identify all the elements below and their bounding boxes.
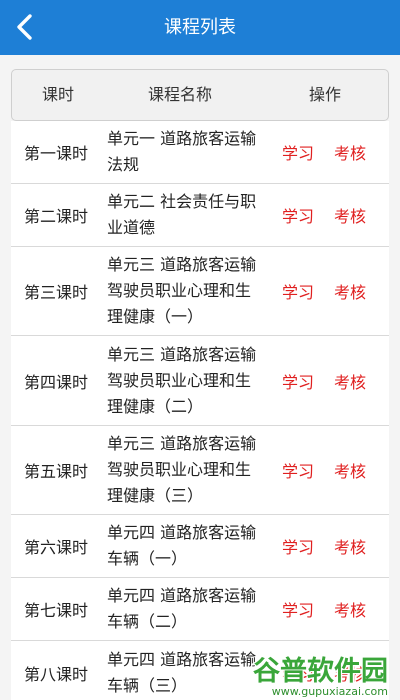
row-period: 第七课时 (24, 601, 89, 620)
study-button[interactable]: 学习 (282, 641, 314, 700)
row-period: 第二课时 (24, 207, 89, 226)
row-course-name: 单元四 道路旅客运输车辆（二） (107, 586, 257, 631)
table-row: 第三课时 单元三 道路旅客运输驾驶员职业心理和生理健康（一） 学习 考核 (11, 247, 389, 336)
row-period: 第四课时 (24, 372, 89, 392)
course-list-screen: 课程列表 课时 课程名称 操作 第一课时 单元一 道路旅客运输法规 学习 考核 … (0, 0, 400, 700)
exam-button[interactable]: 考核 (334, 641, 366, 700)
table-row: 第四课时 单元三 道路旅客运输驾驶员职业心理和生理健康（二） 学习 考核 (11, 336, 389, 426)
table-row: 第八课时 单元四 道路旅客运输车辆（三） 学习 考核 (11, 641, 389, 700)
row-course-name: 单元四 道路旅客运输车辆（三） (107, 649, 257, 695)
page-title: 课程列表 (164, 17, 236, 38)
table-row: 第七课时 单元四 道路旅客运输车辆（二） 学习 考核 (11, 578, 389, 641)
row-course-name: 单元三 道路旅客运输驾驶员职业心理和生理健康（二） (107, 344, 257, 416)
exam-button[interactable]: 考核 (334, 426, 366, 514)
study-button[interactable]: 学习 (282, 515, 314, 577)
exam-button[interactable]: 考核 (334, 247, 366, 335)
row-period: 第八课时 (24, 664, 89, 684)
study-button[interactable]: 学习 (282, 121, 314, 183)
row-course-name: 单元四 道路旅客运输车辆（一） (107, 523, 257, 568)
exam-button[interactable]: 考核 (334, 578, 366, 640)
row-course-name: 单元二 社会责任与职业道德 (107, 192, 257, 237)
row-period: 第三课时 (24, 283, 89, 302)
study-button[interactable]: 学习 (282, 336, 314, 425)
study-button[interactable]: 学习 (282, 578, 314, 640)
row-period: 第六课时 (24, 538, 89, 557)
study-button[interactable]: 学习 (282, 247, 314, 335)
row-course-name: 单元一 道路旅客运输法规 (107, 129, 257, 174)
table-row: 第五课时 单元三 道路旅客运输驾驶员职业心理和生理健康（三） 学习 考核 (11, 426, 389, 515)
exam-button[interactable]: 考核 (334, 515, 366, 577)
table-row: 第二课时 单元二 社会责任与职业道德 学习 考核 (11, 184, 389, 247)
top-app-bar: 课程列表 (0, 0, 400, 55)
row-course-name: 单元三 道路旅客运输驾驶员职业心理和生理健康（三） (107, 434, 257, 505)
study-button[interactable]: 学习 (282, 184, 314, 246)
table-row: 第六课时 单元四 道路旅客运输车辆（一） 学习 考核 (11, 515, 389, 578)
row-course-name: 单元三 道路旅客运输驾驶员职业心理和生理健康（一） (107, 255, 257, 326)
study-button[interactable]: 学习 (282, 426, 314, 514)
row-period: 第一课时 (24, 144, 89, 163)
exam-button[interactable]: 考核 (334, 184, 366, 246)
exam-button[interactable]: 考核 (334, 336, 366, 425)
table-row: 第一课时 单元一 道路旅客运输法规 学习 考核 (11, 121, 389, 184)
exam-button[interactable]: 考核 (334, 121, 366, 183)
table-header: 课时 课程名称 操作 (11, 69, 389, 121)
column-header-period: 课时 (42, 85, 75, 104)
column-header-operation: 操作 (309, 85, 342, 104)
row-period: 第五课时 (24, 462, 89, 481)
column-header-course-name: 课程名称 (148, 85, 213, 104)
